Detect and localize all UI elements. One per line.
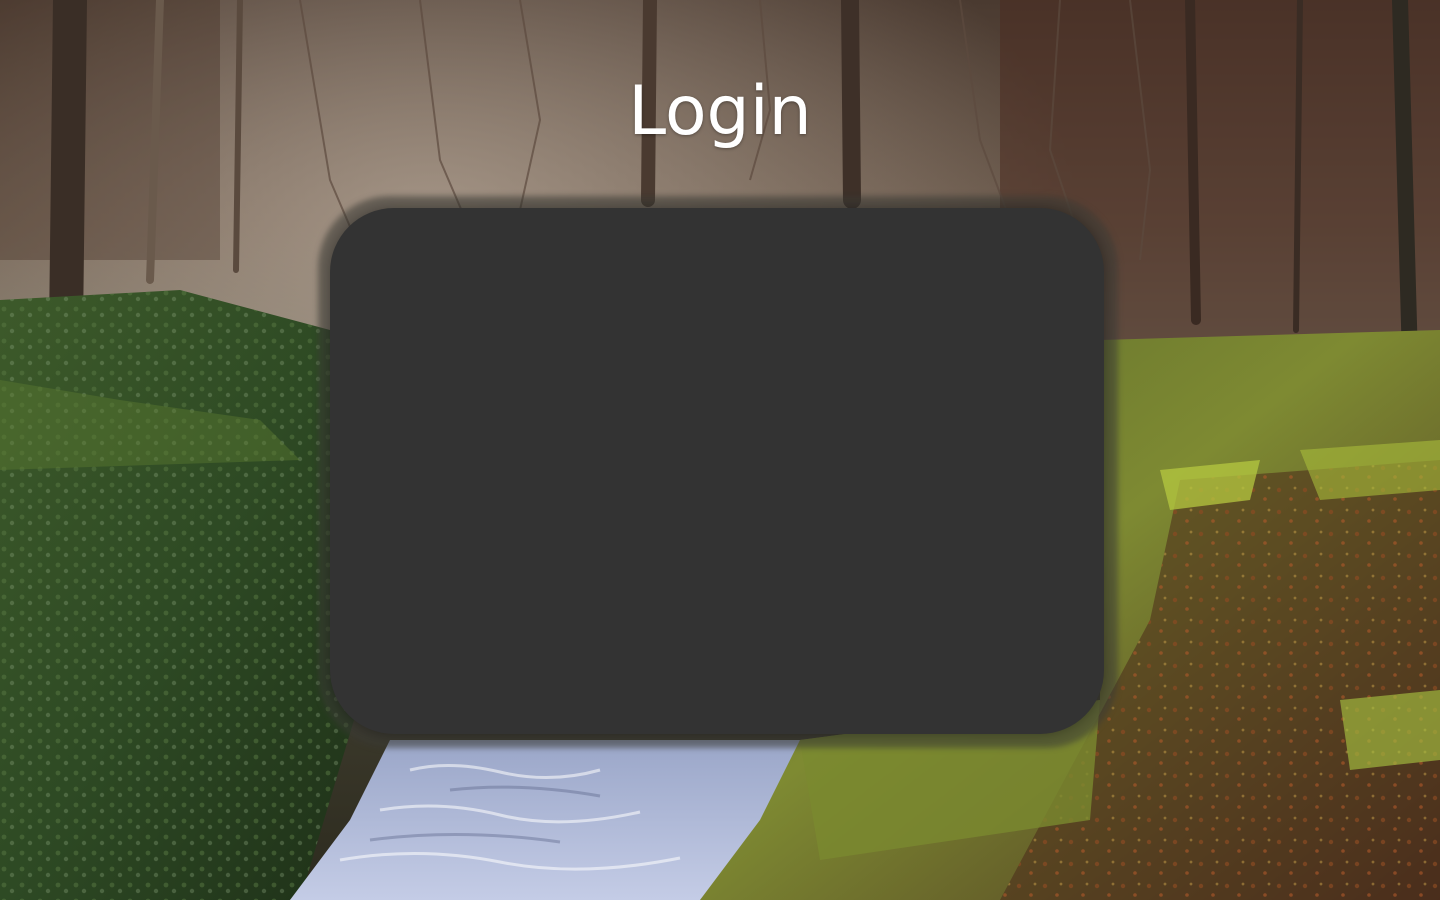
page-title: Login: [628, 72, 812, 151]
login-card: [330, 208, 1104, 734]
